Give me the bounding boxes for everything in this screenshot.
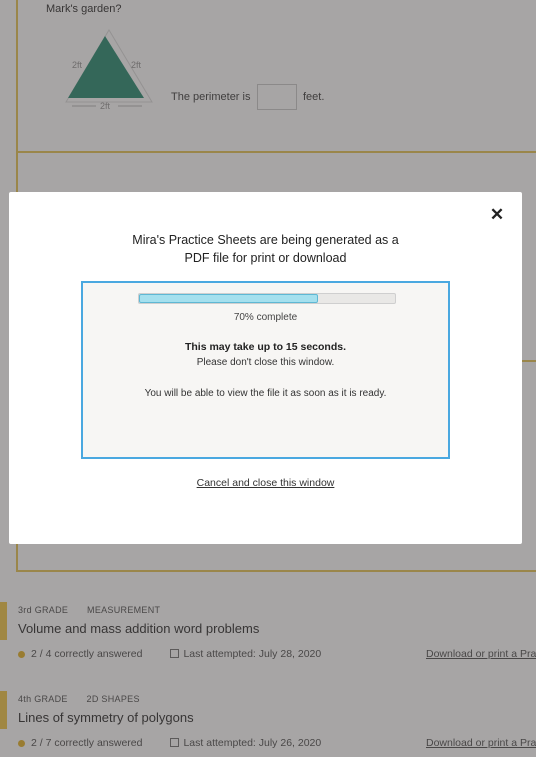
- progress-label: 70% complete: [233, 312, 298, 323]
- dialog-title-line2: PDF file for print or download: [184, 251, 347, 265]
- ready-notice: You will be able to view the file it as …: [144, 388, 387, 399]
- do-not-close-notice: Please don't close this window.: [196, 357, 335, 368]
- progress-bar: [138, 293, 396, 304]
- wait-time-notice: This may take up to 15 seconds.: [184, 341, 347, 353]
- cancel-close-link[interactable]: Cancel and close this window: [9, 477, 522, 489]
- generating-pdf-dialog: ✕ Mira's Practice Sheets are being gener…: [9, 192, 522, 544]
- generation-status-panel: 70% complete This may take up to 15 seco…: [81, 281, 450, 459]
- progress-bar-fill: [139, 294, 319, 303]
- close-icon[interactable]: ✕: [489, 206, 505, 224]
- dialog-title: Mira's Practice Sheets are being generat…: [69, 231, 462, 267]
- dialog-title-line1: Mira's Practice Sheets are being generat…: [132, 233, 399, 247]
